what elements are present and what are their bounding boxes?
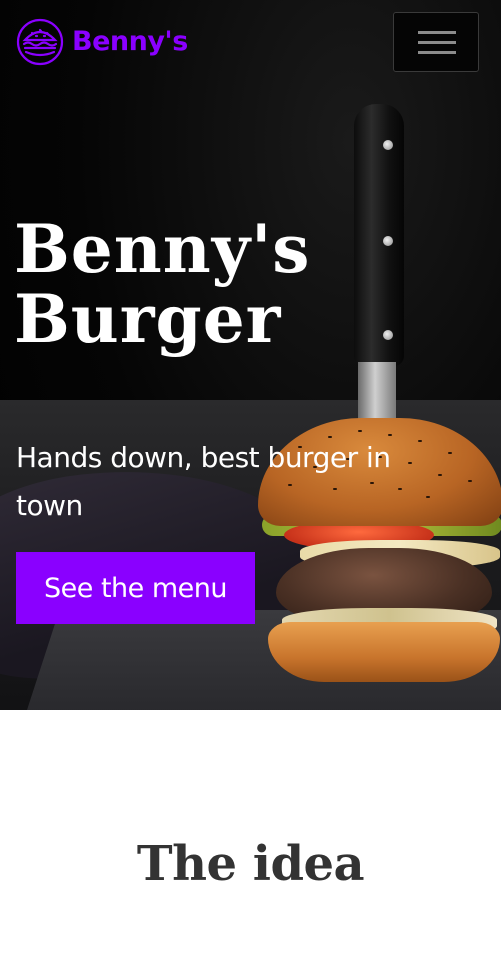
knife-blade (358, 362, 396, 422)
knife-rivet (383, 236, 393, 246)
section-title: The idea (136, 836, 365, 892)
hero-title-line-2: Burger (14, 280, 282, 358)
hamburger-menu-button[interactable] (393, 12, 479, 72)
burger-icon[interactable] (16, 18, 64, 66)
hero-tagline: Hands down, best burger in town (16, 441, 391, 522)
knife-rivet (383, 330, 393, 340)
bun-bottom (268, 622, 500, 682)
see-menu-button[interactable]: See the menu (16, 552, 255, 624)
knife-rivet (383, 140, 393, 150)
hero-title-line-1: Benny's (14, 210, 311, 288)
hero-section: Benny's Benny's Burger Hands down, best … (0, 0, 501, 710)
hero-title: Benny's Burger (14, 214, 344, 354)
brand-name[interactable]: Benny's (72, 24, 188, 60)
knife-handle (354, 104, 404, 366)
